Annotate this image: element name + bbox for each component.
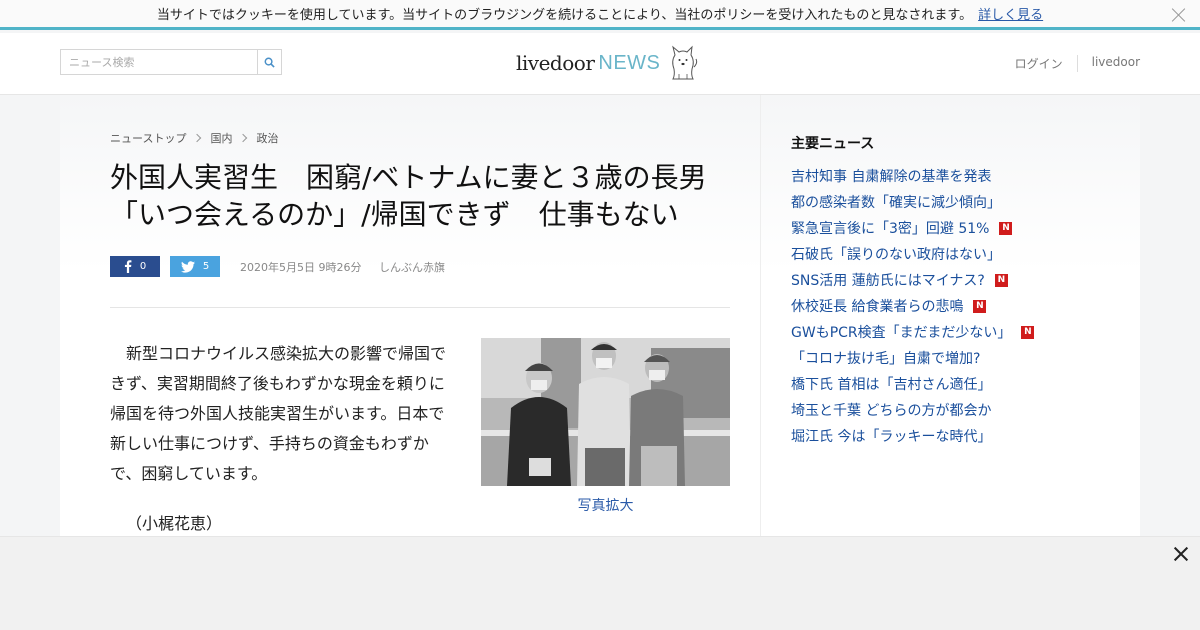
ad-banner	[0, 536, 1200, 630]
logo-livedoor: livedoor	[516, 51, 595, 75]
news-item-label: 吉村知事 自粛解除の基準を発表	[791, 169, 992, 185]
divider	[110, 307, 730, 308]
search-icon	[264, 57, 275, 68]
news-item-label: 埼玉と千葉 どちらの方が都会か	[791, 403, 992, 419]
close-icon[interactable]	[1172, 545, 1190, 563]
news-item-label: 橋下氏 首相は「吉村さん適任」	[791, 377, 992, 393]
facebook-share-button[interactable]: 0	[110, 256, 160, 277]
main-news-heading: 主要ニュース	[791, 136, 875, 152]
news-item[interactable]: GWもPCR検査「まだまだ少ない」 N	[791, 319, 1035, 345]
article-title-line1: 外国人実習生 困窮/ベトナムに妻と３歳の長男	[110, 161, 707, 194]
cookie-close-icon[interactable]	[1170, 6, 1188, 24]
search-input[interactable]	[61, 50, 257, 74]
news-item[interactable]: 橋下氏 首相は「吉村さん適任」	[791, 371, 1034, 397]
article-source[interactable]: しんぶん赤旗	[379, 261, 445, 274]
news-item-label: SNS活用 蓮舫氏にはマイナス?	[791, 273, 985, 289]
news-item[interactable]: 「コロナ抜け毛」自粛で増加?	[791, 345, 1034, 371]
news-item-label: GWもPCR検査「まだまだ少ない」	[791, 325, 1012, 341]
news-item[interactable]: SNS活用 蓮舫氏にはマイナス? N	[791, 267, 1034, 293]
search-box	[60, 49, 282, 75]
news-item[interactable]: 緊急宣言後に「3密」回避 51% N	[791, 215, 1034, 241]
breadcrumb-item-top[interactable]: ニューストップ	[110, 130, 186, 146]
news-item-label: 休校延長 給食業者らの悲鳴	[791, 299, 964, 315]
logo-news: NEWS	[598, 51, 661, 74]
new-badge: N	[973, 299, 987, 313]
site-header: livedoor NEWS ログイン livedoor	[0, 33, 1200, 95]
news-item[interactable]: 堀江氏 今は「ラッキーな時代」	[791, 423, 1034, 449]
news-item[interactable]: 石破氏「誤りのない政府はない」	[791, 241, 1034, 267]
news-item-label: 堀江氏 今は「ラッキーな時代」	[791, 429, 992, 445]
cookie-banner: 当サイトではクッキーを使用しています。当サイトのブラウジングを続けることにより、…	[0, 0, 1200, 30]
news-item[interactable]: 埼玉と千葉 どちらの方が都会か	[791, 397, 1034, 423]
news-item-label: 石破氏「誤りのない政府はない」	[791, 247, 1001, 263]
twitter-share-button[interactable]: 5	[170, 256, 220, 277]
chevron-right-icon	[239, 133, 248, 143]
facebook-icon	[124, 260, 132, 273]
sidebar: 主要ニュース 吉村知事 自粛解除の基準を発表 都の感染者数「確実に減少傾向」 緊…	[760, 95, 1140, 536]
share-row: 0 5 2020年5月5日 9時26分 しんぶん赤旗	[110, 256, 445, 277]
article-title: 外国人実習生 困窮/ベトナムに妻と３歳の長男 「いつ会えるのか」/帰国できず 仕…	[110, 159, 730, 233]
cookie-details-link[interactable]: 詳しく見る	[978, 4, 1043, 23]
livedoor-link[interactable]: livedoor	[1076, 55, 1140, 72]
main-news-list: 吉村知事 自粛解除の基準を発表 都の感染者数「確実に減少傾向」 緊急宣言後に「3…	[791, 163, 1035, 449]
news-item-label: 「コロナ抜け毛」自粛で増加?	[791, 351, 981, 367]
twitter-icon	[180, 260, 195, 273]
article-title-line2: 「いつ会えるのか」/帰国できず 仕事もない	[110, 198, 679, 231]
breadcrumb-item-domestic[interactable]: 国内	[210, 130, 232, 146]
article-main: ニューストップ 国内 政治 外国人実習生 困窮/ベトナムに妻と３歳の長男 「いつ…	[60, 95, 760, 536]
article-photo[interactable]	[481, 338, 730, 486]
article-body: 新型コロナウイルス感染拡大の影響で帰国できず、実習期間終了後もわずかな現金を頼り…	[110, 344, 447, 483]
chevron-right-icon	[193, 133, 202, 143]
breadcrumb: ニューストップ 国内 政治	[110, 130, 278, 146]
twitter-share-count: 5	[202, 261, 210, 272]
new-badge: N	[999, 221, 1013, 235]
article-author: （小梶花恵）	[126, 514, 223, 533]
header-links: ログイン livedoor	[1001, 55, 1140, 72]
search-button[interactable]	[257, 50, 281, 74]
photo-enlarge-link[interactable]: 写真拡大	[481, 495, 730, 515]
article-photo-image	[481, 338, 730, 486]
news-item[interactable]: 吉村知事 自粛解除の基準を発表	[791, 163, 1034, 189]
news-item[interactable]: 都の感染者数「確実に減少傾向」	[791, 189, 1034, 215]
new-badge: N	[994, 273, 1008, 287]
new-badge: N	[1021, 325, 1035, 339]
facebook-share-count: 0	[139, 261, 147, 272]
news-item[interactable]: 休校延長 給食業者らの悲鳴 N	[791, 293, 1034, 319]
cookie-message: 当サイトではクッキーを使用しています。当サイトのブラウジングを続けることにより、…	[156, 8, 973, 23]
breadcrumb-item-politics[interactable]: 政治	[256, 130, 278, 146]
article-date: 2020年5月5日 9時26分	[240, 260, 362, 274]
login-link[interactable]: ログイン	[1001, 55, 1077, 72]
site-logo[interactable]: livedoor NEWS	[516, 43, 698, 83]
article-meta: 2020年5月5日 9時26分 しんぶん赤旗	[240, 259, 445, 275]
news-item-label: 緊急宣言後に「3密」回避 51%	[791, 221, 990, 237]
news-item-label: 都の感染者数「確実に減少傾向」	[791, 195, 1001, 211]
dog-mascot-icon	[672, 45, 698, 80]
